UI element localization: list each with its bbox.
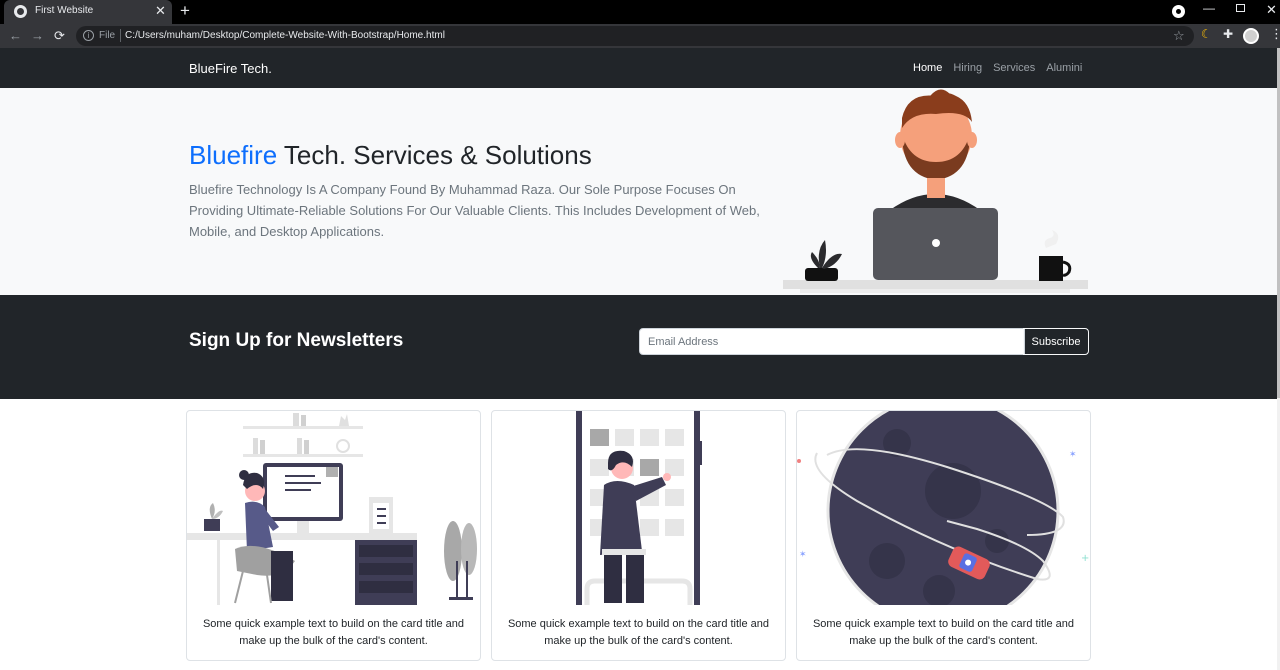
- nav-link-alumini[interactable]: Alumini: [1046, 62, 1082, 74]
- card-text: Some quick example text to build on the …: [507, 618, 770, 647]
- svg-text:✶: ✶: [799, 550, 807, 560]
- restore-button[interactable]: [1236, 4, 1245, 12]
- hero-title-rest: Tech. Services & Solutions: [277, 140, 592, 170]
- globe-icon: [14, 5, 27, 18]
- browser-tab-bar: First Website ✕ + — ✕: [0, 0, 1280, 24]
- woman-at-desk-illustration: [187, 413, 477, 605]
- window-close-button[interactable]: ✕: [1266, 2, 1277, 18]
- svg-text:+: +: [1081, 553, 1089, 564]
- media-control-icon[interactable]: [1172, 5, 1185, 18]
- subscribe-button[interactable]: Subscribe: [1023, 328, 1089, 355]
- card: Some quick example text to build on the …: [186, 410, 481, 661]
- hero-title-accent: Bluefire: [189, 140, 278, 170]
- nav-links: Home Hiring Services Alumini: [913, 62, 1082, 74]
- browser-menu-icon[interactable]: ⋮: [1270, 26, 1280, 42]
- brand-logo[interactable]: BlueFire Tech.: [189, 61, 272, 76]
- back-icon[interactable]: ←: [9, 27, 22, 45]
- address-bar[interactable]: i File C:/Users/muham/Desktop/Complete-W…: [76, 26, 1194, 46]
- card-text: Some quick example text to build on the …: [202, 618, 465, 647]
- newsletter-title: Sign Up for Newsletters: [189, 330, 404, 351]
- nav-link-services[interactable]: Services: [993, 62, 1035, 74]
- email-input[interactable]: [639, 328, 1025, 355]
- tab-title: First Website: [35, 5, 94, 16]
- browser-toolbar: ← → ⟳ i File C:/Users/muham/Desktop/Comp…: [0, 24, 1280, 48]
- man-choosing-tiles-illustration: [576, 411, 702, 605]
- close-icon[interactable]: ✕: [155, 3, 166, 19]
- hero-title: Bluefire Tech. Services & Solutions: [189, 140, 592, 171]
- card-text: Some quick example text to build on the …: [812, 618, 1075, 647]
- card: Some quick example text to build on the …: [491, 410, 786, 661]
- svg-text:✶: ✶: [1069, 450, 1077, 460]
- site-navbar: BlueFire Tech. Home Hiring Services Alum…: [0, 48, 1280, 88]
- bookmark-star-icon[interactable]: ☆: [1173, 28, 1185, 44]
- card: ✶ ✶ + Some quick example text to build o…: [796, 410, 1091, 661]
- newsletter-section: Sign Up for Newsletters Subscribe: [0, 295, 1277, 399]
- new-tab-button[interactable]: +: [180, 2, 190, 20]
- reload-icon[interactable]: ⟳: [54, 27, 65, 45]
- developer-at-laptop-illustration: [783, 89, 1088, 293]
- nav-link-home[interactable]: Home: [913, 62, 942, 74]
- hero-section: Bluefire Tech. Services & Solutions Blue…: [0, 88, 1277, 295]
- minimize-button[interactable]: —: [1203, 1, 1215, 15]
- browser-tab[interactable]: First Website ✕: [4, 0, 172, 24]
- info-icon[interactable]: i: [83, 30, 94, 41]
- url-scheme-label: File: [99, 30, 116, 41]
- url-text[interactable]: C:/Users/muham/Desktop/Complete-Website-…: [125, 30, 445, 41]
- hero-lead: Bluefire Technology Is A Company Found B…: [189, 182, 760, 239]
- extensions-puzzle-icon[interactable]: ✚: [1223, 27, 1233, 41]
- profile-avatar[interactable]: [1243, 28, 1259, 44]
- planet-car-orbit-illustration: ✶ ✶ +: [797, 411, 1089, 605]
- dark-mode-extension-icon[interactable]: ☾: [1201, 27, 1212, 41]
- omnibox-divider: [120, 29, 121, 42]
- forward-icon[interactable]: →: [31, 27, 44, 45]
- card-row: Some quick example text to build on the …: [186, 410, 1091, 661]
- nav-link-hiring[interactable]: Hiring: [953, 62, 982, 74]
